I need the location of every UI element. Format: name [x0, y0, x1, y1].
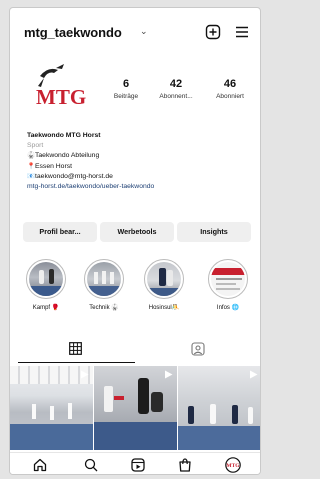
chevron-down-icon[interactable]: ⌄ — [140, 26, 148, 37]
highlight-technik[interactable]: Technik 🥋 — [82, 259, 126, 311]
reels-icon[interactable] — [130, 457, 146, 473]
username[interactable]: mtg_taekwondo — [24, 25, 122, 40]
taekwondo-emoji-icon: 🥋 — [27, 152, 36, 160]
mail-icon: 📧 — [27, 172, 36, 180]
profile-bio: Taekwondo MTG Horst Sport 🥋Taekwondo Abt… — [27, 131, 252, 192]
home-icon[interactable] — [32, 457, 48, 473]
highlight-label: Infos 🌐 — [216, 305, 240, 311]
bio-line-2: 📍Essen Horst — [27, 162, 252, 172]
stat-following-label: Abonniert — [216, 93, 244, 100]
profile-category: Sport — [27, 142, 44, 150]
phone-screen: mtg_taekwondo ⌄ MTG 6 Beiträge 42 Abonne… — [9, 7, 261, 475]
tagged-icon[interactable] — [191, 342, 205, 356]
highlight-label: Kampf 🥊 — [32, 305, 60, 311]
reel-icon — [250, 370, 258, 379]
stat-posts[interactable]: 6 Beiträge — [104, 78, 148, 100]
reel-icon — [81, 370, 89, 379]
post-thumbnail[interactable] — [94, 366, 177, 450]
highlight-ring — [84, 259, 124, 299]
ad-tools-button[interactable]: Werbetools — [100, 222, 174, 242]
bio-line-2-text: Essen Horst — [35, 162, 73, 170]
stat-posts-value: 6 — [122, 78, 130, 90]
profile-avatar[interactable]: MTG — [225, 457, 241, 473]
profile-logo[interactable]: MTG — [30, 60, 100, 108]
stat-following[interactable]: 46 Abonniert — [205, 78, 255, 100]
profile-header: mtg_taekwondo ⌄ — [10, 8, 260, 52]
highlight-thumbnail — [87, 262, 121, 296]
bio-line-3-text: taekwondo@mtg-horst.de — [35, 172, 113, 180]
bio-link[interactable]: mtg-horst.de/taekwondo/ueber-taekwondo — [27, 182, 252, 192]
add-icon[interactable] — [205, 24, 221, 40]
stat-followers-value: 42 — [169, 78, 183, 90]
post-thumbnail[interactable] — [10, 366, 93, 450]
highlight-ring — [208, 259, 248, 299]
posts-grid — [10, 366, 260, 450]
reel-icon — [165, 370, 173, 379]
menu-icon[interactable] — [234, 24, 250, 40]
bio-line-3: 📧taekwondo@mtg-horst.de — [27, 172, 252, 182]
bio-line-1-text: Taekwondo Abteilung — [35, 152, 100, 160]
bottom-navigation: MTG — [10, 452, 260, 474]
highlight-infos[interactable]: Infos 🌐 — [206, 259, 250, 311]
stat-posts-label: Beiträge — [113, 93, 139, 100]
shop-icon[interactable] — [177, 457, 193, 473]
stat-followers-label: Abonnent... — [159, 93, 193, 100]
highlight-kampf[interactable]: Kampf 🥊 — [24, 259, 68, 311]
highlight-label: Hosinsul🤼 — [148, 305, 180, 311]
insights-button[interactable]: Insights — [177, 222, 251, 242]
avatar-text: MTG — [226, 463, 240, 469]
highlight-label: Technik 🥋 — [89, 305, 119, 311]
active-tab-indicator — [18, 362, 135, 363]
highlight-thumbnail — [211, 262, 245, 296]
highlight-thumbnail — [29, 262, 63, 296]
pin-icon: 📍 — [27, 162, 36, 170]
post-thumbnail[interactable] — [178, 366, 260, 450]
profile-name: Taekwondo MTG Horst — [27, 132, 101, 139]
search-icon[interactable] — [83, 457, 99, 473]
highlight-thumbnail — [147, 262, 181, 296]
bio-line-1: 🥋Taekwondo Abteilung — [27, 151, 252, 161]
stat-followers[interactable]: 42 Abonnent... — [151, 78, 201, 100]
edit-profile-button[interactable]: Profil bear... — [23, 222, 97, 242]
logo-text: MTG — [36, 85, 86, 108]
grid-icon[interactable] — [69, 342, 82, 355]
stat-following-value: 46 — [223, 78, 237, 90]
highlight-ring — [144, 259, 184, 299]
highlight-ring — [26, 259, 66, 299]
content-tabs — [10, 337, 260, 363]
highlight-hosinsul[interactable]: Hosinsul🤼 — [142, 259, 186, 311]
